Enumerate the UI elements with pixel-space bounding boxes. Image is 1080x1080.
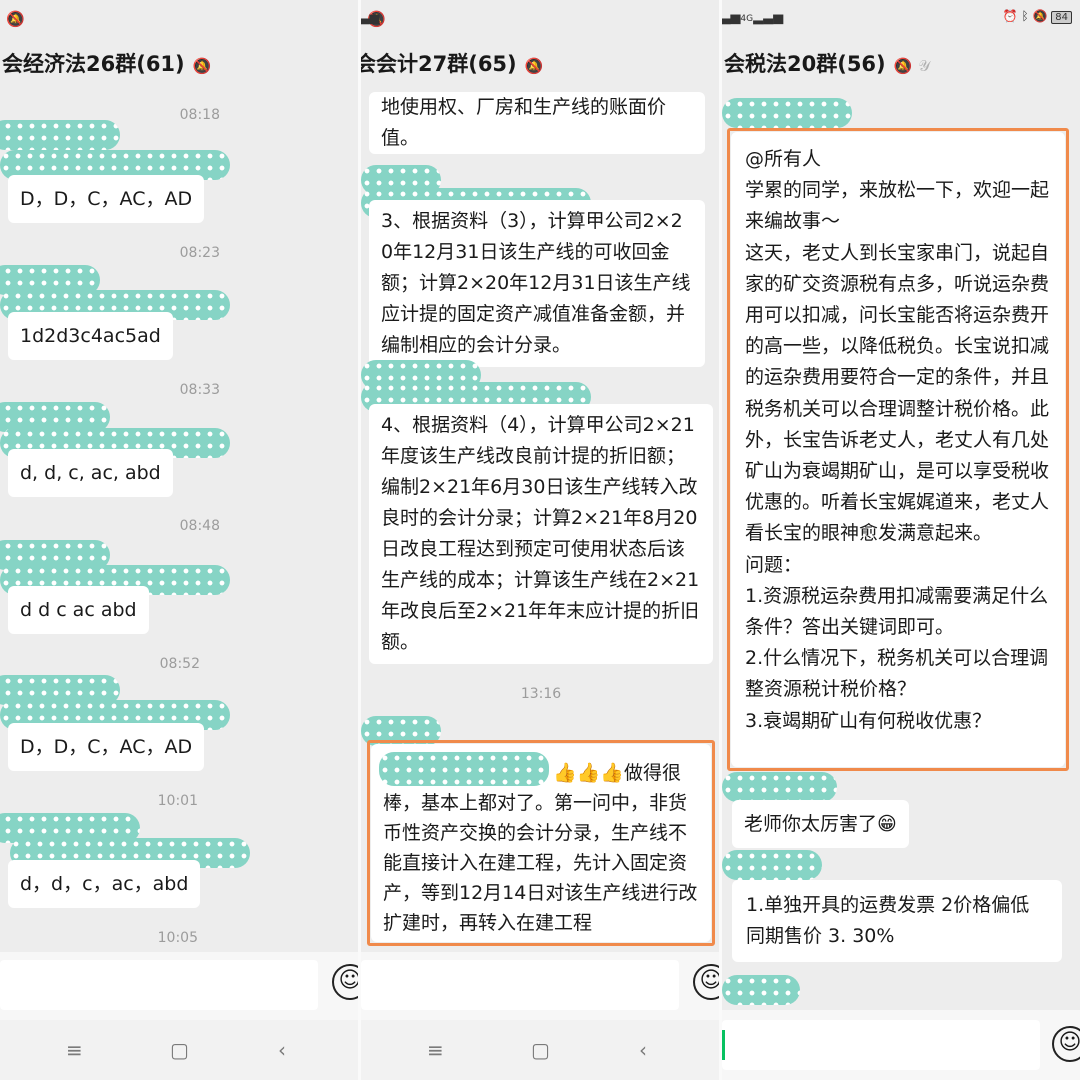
masked-sender	[379, 752, 549, 786]
emoji-icon[interactable]: ☺	[1052, 1026, 1080, 1062]
timestamp: 08:18	[179, 107, 220, 123]
message-bubble[interactable]: d，d，c，ac，abd	[8, 860, 201, 908]
network-type: 4G	[740, 14, 754, 24]
message-bubble[interactable]: D，D，C，AC，AD	[8, 175, 205, 223]
timestamp: 13:16	[520, 686, 562, 702]
chat-title[interactable]: 会经济法26群(61) 🔕	[2, 48, 358, 88]
emoji-icon[interactable]: ☺	[693, 964, 719, 1000]
timestamp: 10:05	[157, 930, 198, 946]
masked-sender	[722, 975, 800, 1005]
message-bubble[interactable]: 3、根据资料（3），计算甲公司2×20年12月31日该生产线的可收回金额；计算2…	[369, 200, 705, 367]
message-bubble[interactable]: 地使用权、厂房和生产线的账面价值。	[369, 92, 705, 154]
message-bubble[interactable]: 1.单独开具的运费发票 2价格偏低同期售价 3. 30%	[732, 880, 1062, 962]
ear-icon: 𝒴	[918, 57, 931, 75]
bluetooth-icon: ᛒ	[1021, 9, 1029, 23]
message-bubble[interactable]: d, d, c, ac, abd	[8, 449, 173, 497]
status-bar: HD4G▂▃▅4G▂▃▅ ⏰ ᛒ 🔕 84	[722, 0, 1080, 36]
input-bar: ☺	[361, 952, 719, 1020]
status-bar: 🔕	[0, 0, 358, 36]
timestamp: 08:52	[159, 656, 200, 672]
message-bubble[interactable]: D，D，C，AC，AD	[8, 723, 205, 771]
alarm-icon: ⏰	[1002, 9, 1018, 23]
mute-icon: 🔕	[192, 57, 212, 75]
input-cursor-edge	[722, 1030, 725, 1060]
chat-title[interactable]: 会税法20群(56) 🔕 𝒴	[724, 48, 1080, 88]
chat-title-text: 会会计27群(65)	[361, 52, 517, 76]
back-icon[interactable]: ‹	[639, 1038, 647, 1062]
input-bar: ☺	[722, 1010, 1080, 1080]
chat-panel-tax-law: HD4G▂▃▅4G▂▃▅ ⏰ ᛒ 🔕 84 会税法20群(56) 🔕 𝒴 @所有人 …	[722, 0, 1080, 1080]
message-bubble[interactable]: 4、根据资料（4），计算甲公司2×21年度该生产线改良前计提的折旧额；编制2×2…	[369, 404, 713, 664]
masked-sender	[722, 98, 852, 128]
signal-icon: ▂▃▅	[753, 10, 784, 25]
system-nav-bar: ≡ ▢ ‹	[361, 1020, 719, 1080]
chat-panel-economic-law: 🔕 会经济法26群(61) 🔕 08:18 D，D，C，AC，AD 08:23 1…	[0, 0, 358, 1080]
menu-icon[interactable]: ≡	[66, 1038, 83, 1062]
battery-icon: 84	[1051, 11, 1072, 24]
message-input[interactable]	[0, 960, 318, 1010]
chat-title[interactable]: 会会计27群(65) 🔕	[361, 48, 719, 88]
masked-sender	[0, 120, 120, 150]
message-input[interactable]	[722, 1020, 1040, 1070]
message-input[interactable]	[361, 960, 679, 1010]
message-bubble[interactable]: 老师你太厉害了😁	[732, 800, 909, 848]
mute-icon: 🔕	[524, 57, 544, 75]
timestamp: 08:48	[179, 518, 220, 534]
back-icon[interactable]: ‹	[278, 1038, 286, 1062]
mute-bell-icon: 🔕	[6, 10, 25, 28]
chat-title-text: 会经济法26群(61)	[2, 52, 185, 76]
home-icon[interactable]: ▢	[170, 1038, 189, 1062]
input-bar: ☺	[0, 952, 358, 1020]
message-bubble[interactable]: d d c ac abd	[8, 586, 149, 634]
mute-icon: 🔕	[893, 57, 913, 75]
timestamp: 08:23	[179, 245, 220, 261]
signal-icon: ▂▃▅	[722, 10, 741, 25]
mute-bell-icon: 🔕	[1032, 9, 1048, 23]
chat-title-text: 会税法20群(56)	[724, 52, 886, 76]
message-bubble[interactable]: 1d2d3c4ac5ad	[8, 312, 173, 360]
menu-icon[interactable]: ≡	[427, 1038, 444, 1062]
masked-sender	[722, 850, 822, 880]
signal-icon: ▂▃▅	[361, 10, 380, 25]
timestamp: 10:01	[157, 793, 198, 809]
system-nav-bar: ≡ ▢ ‹	[0, 1020, 358, 1080]
home-icon[interactable]: ▢	[531, 1038, 550, 1062]
screenshot-collage: 🔕 会经济法26群(61) 🔕 08:18 D，D，C，AC，AD 08:23 1…	[0, 0, 1080, 1080]
message-bubble[interactable]: @所有人 学累的同学，来放松一下，欢迎一起来编故事～ 这天，老丈人到长宝家串门，…	[731, 132, 1065, 767]
timestamp: 08:33	[179, 382, 220, 398]
emoji-icon[interactable]: ☺	[332, 964, 358, 1000]
masked-sender	[722, 772, 837, 802]
chat-panel-accounting: 🔕 HD4G▂▃▅ 会会计27群(65)🔕 地使用权、厂房和生产线的账面价值。 …	[361, 0, 719, 1080]
